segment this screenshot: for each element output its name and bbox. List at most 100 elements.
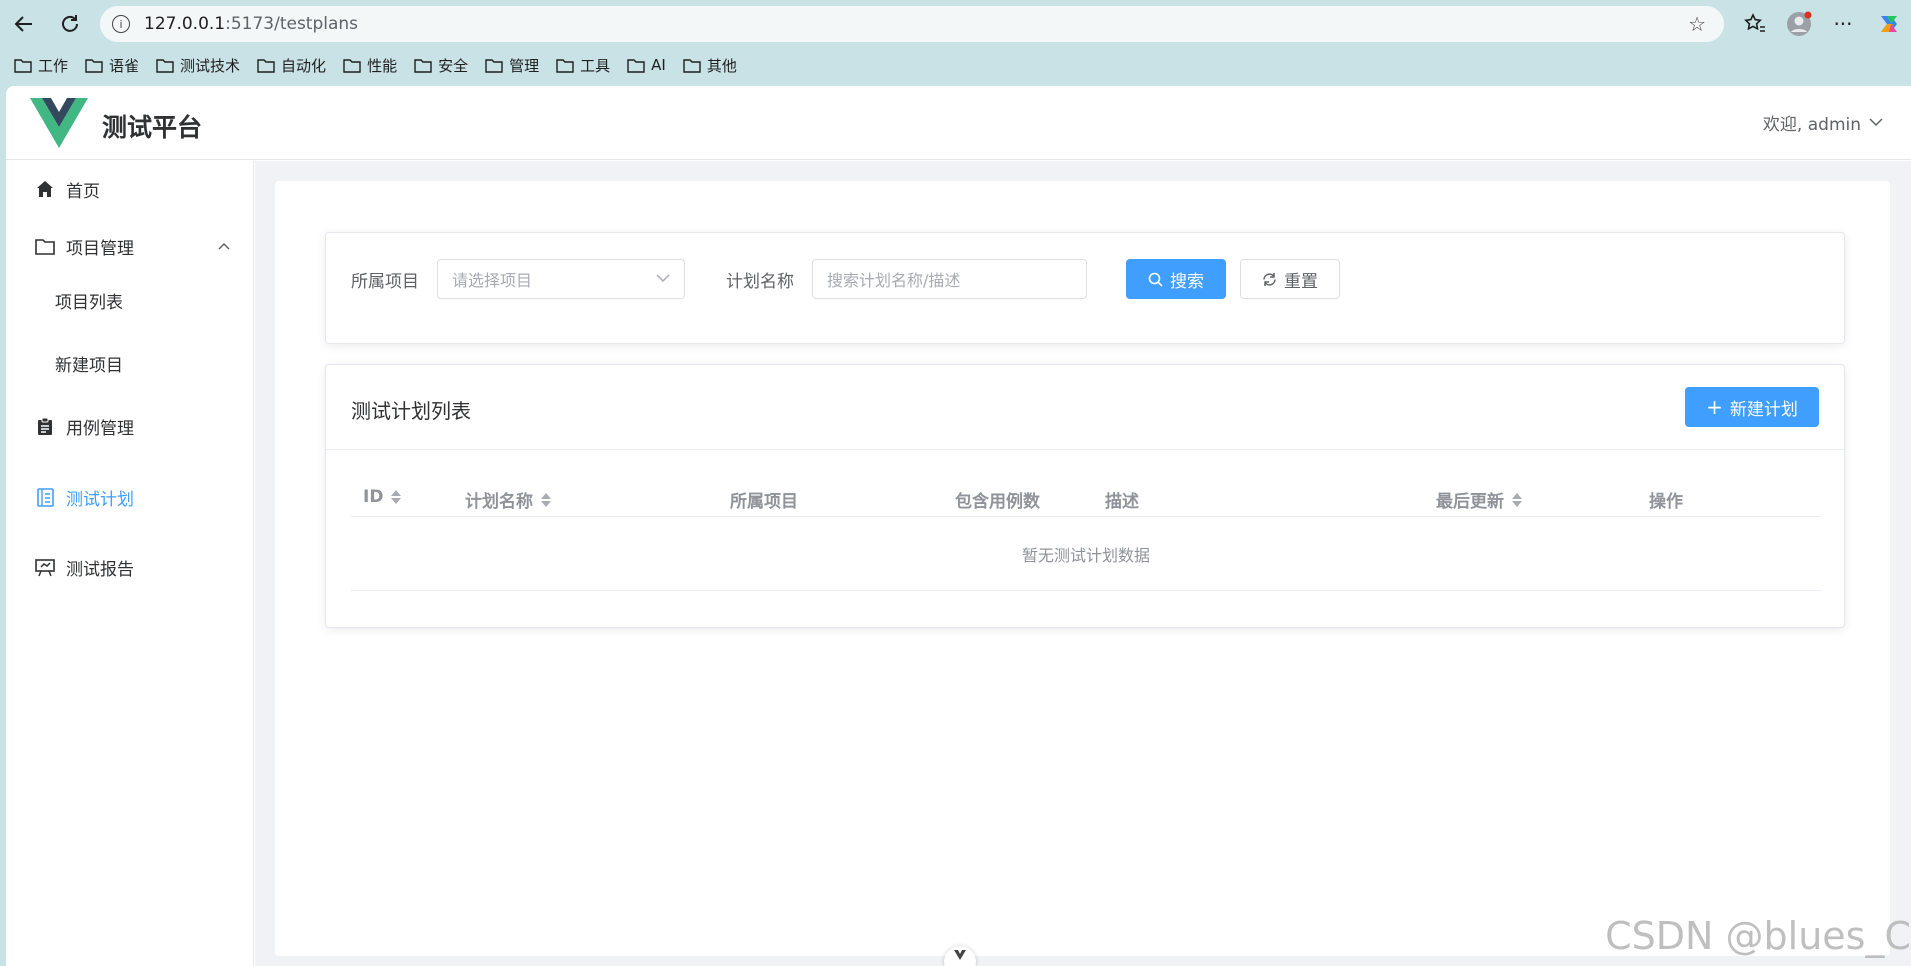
bookmark-folder[interactable]: 管理 (485, 55, 539, 76)
main-area: 所属项目 请选择项目 计划名称 搜索计划名称/描述 搜索 重置 测试计划列表 +… (255, 161, 1911, 966)
bookmark-folder[interactable]: 语雀 (85, 55, 139, 76)
plan-search-input[interactable]: 搜索计划名称/描述 (812, 259, 1087, 299)
reload-icon (62, 15, 78, 32)
copilot-button[interactable] (1872, 7, 1906, 41)
column-header-last-updated[interactable]: 最后更新 (1436, 487, 1522, 512)
back-button[interactable] (6, 7, 42, 41)
home-icon (34, 178, 56, 200)
folder-icon (343, 58, 361, 73)
column-header-project: 所属项目 (730, 492, 798, 512)
new-plan-label: 新建计划 (1729, 399, 1798, 420)
project-label: 所属项目 (351, 272, 419, 292)
chevron-up-icon (218, 239, 230, 254)
browser-toolbar: i 127.0.0.1:5173/testplans ☆ ··· 工作 语雀 测… (0, 0, 1911, 86)
sidebar-item-label: 首页 (66, 181, 100, 202)
bookmarks-bar: 工作 语雀 测试技术 自动化 性能 安全 管理 工具 AI 其他 (0, 50, 754, 80)
chevron-down-icon (1869, 116, 1883, 130)
sidebar-item-label: 用例管理 (66, 418, 134, 439)
sidebar-item-test-report[interactable]: 测试报告 (6, 539, 254, 595)
sort-icon (1512, 492, 1522, 507)
bookmark-folder[interactable]: 其他 (683, 55, 737, 76)
bookmark-folder[interactable]: 工具 (556, 55, 610, 76)
project-select-placeholder: 请选择项目 (452, 271, 533, 290)
new-plan-button[interactable]: + 新建计划 (1685, 387, 1819, 427)
profile-button[interactable] (1782, 7, 1816, 41)
column-header-id[interactable]: ID (363, 487, 402, 507)
plan-name-label: 计划名称 (726, 272, 794, 292)
folder-icon (14, 58, 32, 73)
bookmark-folder[interactable]: 性能 (343, 55, 397, 76)
table-header: ID 计划名称 所属项目 包含用例数 描述 最后更新 操作 (351, 477, 1821, 517)
column-header-description: 描述 (1105, 492, 1139, 512)
column-header-case-count: 包含用例数 (955, 492, 1040, 512)
app-header: 测试平台 欢迎, admin (6, 86, 1911, 160)
folder-icon (257, 58, 275, 73)
bookmark-star-icon[interactable]: ☆ (1688, 12, 1706, 36)
column-header-plan-name[interactable]: 计划名称 (465, 487, 551, 512)
user-menu[interactable]: 欢迎, admin (1763, 110, 1883, 135)
address-bar[interactable]: i 127.0.0.1:5173/testplans ☆ (100, 6, 1724, 42)
chevron-down-icon (656, 272, 670, 287)
reset-button[interactable]: 重置 (1240, 259, 1340, 299)
folder-icon (156, 58, 174, 73)
copilot-icon (1881, 16, 1897, 32)
column-header-actions: 操作 (1649, 492, 1683, 512)
folder-icon (485, 58, 503, 73)
folder-icon (34, 235, 56, 257)
sidebar: 首页 项目管理 项目列表 新建项目 用例管理 测试计划 测试报告 (6, 161, 254, 966)
reset-button-label: 重置 (1284, 271, 1318, 292)
empty-state: 暂无测试计划数据 (351, 518, 1821, 591)
sidebar-item-new-project[interactable]: 新建项目 (6, 335, 254, 391)
bookmark-folder[interactable]: 工作 (14, 55, 68, 76)
document-icon (34, 486, 56, 508)
welcome-text: 欢迎, admin (1762, 115, 1861, 135)
plus-icon: + (1706, 395, 1723, 419)
sidebar-item-label: 项目管理 (66, 238, 134, 259)
folder-icon (627, 58, 645, 73)
search-button[interactable]: 搜索 (1126, 259, 1226, 299)
avatar-icon (1787, 11, 1812, 36)
vue-logo-icon (30, 98, 88, 152)
url-text: 127.0.0.1:5173/testplans (144, 14, 359, 34)
favorites-button[interactable] (1738, 7, 1772, 41)
sidebar-item-home[interactable]: 首页 (6, 161, 254, 217)
plan-search-placeholder: 搜索计划名称/描述 (827, 271, 961, 290)
site-info-icon[interactable]: i (112, 15, 130, 33)
clipboard-icon (34, 415, 56, 437)
sidebar-item-case-management[interactable]: 用例管理 (6, 398, 254, 454)
vue-devtools-icon (954, 950, 966, 960)
refresh-icon (1262, 272, 1277, 287)
bookmark-folder[interactable]: 安全 (414, 55, 468, 76)
sidebar-item-label: 测试计划 (66, 489, 134, 510)
project-select[interactable]: 请选择项目 (437, 259, 685, 299)
folder-icon (556, 58, 574, 73)
presentation-icon (34, 556, 56, 578)
bookmark-folder[interactable]: 测试技术 (156, 55, 240, 76)
bookmark-folder[interactable]: 自动化 (257, 55, 326, 76)
folder-icon (414, 58, 432, 73)
sidebar-item-label: 测试报告 (66, 559, 134, 580)
more-menu-button[interactable]: ··· (1826, 7, 1860, 41)
sidebar-item-test-plan[interactable]: 测试计划 (6, 469, 254, 525)
bookmark-folder[interactable]: AI (627, 56, 666, 74)
sidebar-item-project-management[interactable]: 项目管理 (6, 218, 254, 274)
search-form-card: 所属项目 请选择项目 计划名称 搜索计划名称/描述 搜索 重置 (325, 232, 1845, 344)
reload-button[interactable] (52, 7, 88, 41)
divider (326, 449, 1844, 450)
watermark: CSDN @blues_C (1605, 914, 1911, 958)
search-button-label: 搜索 (1170, 271, 1204, 292)
app-window: 测试平台 欢迎, admin 首页 项目管理 项目列表 新建项目 用例管理 测试… (6, 86, 1911, 966)
plan-list-card: 测试计划列表 + 新建计划 ID 计划名称 所属项目 包含用例数 描述 最后更新… (325, 364, 1845, 628)
sidebar-item-label: 项目列表 (55, 292, 123, 313)
sidebar-item-project-list[interactable]: 项目列表 (6, 272, 254, 328)
favorites-icon (1744, 13, 1765, 32)
search-icon (1148, 272, 1163, 287)
back-arrow-icon (14, 16, 32, 32)
app-brand: 测试平台 (102, 113, 203, 142)
sort-icon (391, 490, 402, 504)
content-panel: 所属项目 请选择项目 计划名称 搜索计划名称/描述 搜索 重置 测试计划列表 +… (275, 181, 1890, 956)
folder-icon (683, 58, 701, 73)
sort-icon (541, 492, 551, 507)
folder-icon (85, 58, 103, 73)
list-title: 测试计划列表 (351, 399, 471, 423)
